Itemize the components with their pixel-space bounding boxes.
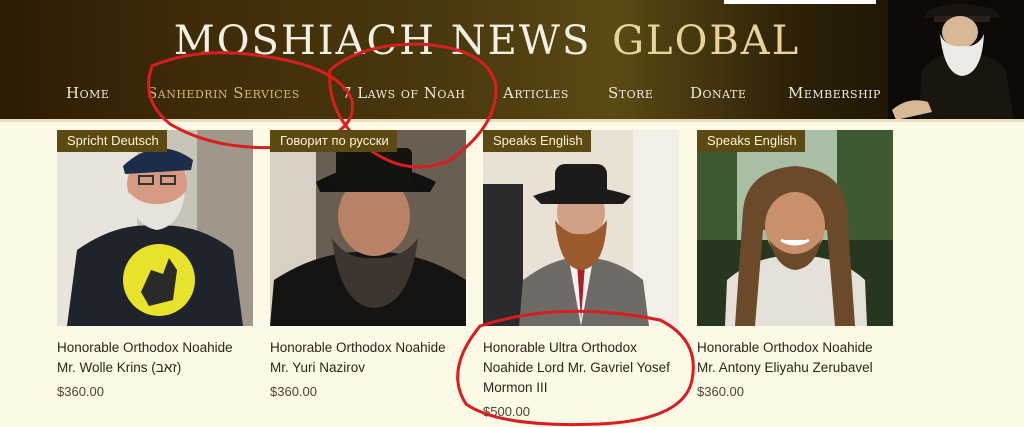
rabbi-portrait-image xyxy=(888,0,1024,122)
product-photo[interactable]: Speaks English xyxy=(697,130,893,326)
product-price: $500.00 xyxy=(483,404,530,419)
product-price: $360.00 xyxy=(270,384,317,399)
product-name[interactable]: Honorable Orthodox Noahide Mr. Wolle Kri… xyxy=(57,338,272,378)
product-price: $360.00 xyxy=(697,384,744,399)
product-name[interactable]: Honorable Orthodox Noahide Mr. Antony El… xyxy=(697,338,912,378)
product-image xyxy=(697,130,893,326)
product-name-line: Honorable Ultra Orthodox xyxy=(483,340,637,355)
product-name-line: Noahide Lord Mr. Gavriel Yosef xyxy=(483,360,670,375)
product-name-line: Mr. Yuri Nazirov xyxy=(270,360,366,375)
nav-item-store[interactable]: Store xyxy=(608,84,653,102)
site-title[interactable]: MOSHIACH NEWS GLOBAL xyxy=(0,18,1024,64)
product-price: $360.00 xyxy=(57,384,104,399)
nav-item-donate[interactable]: Donate xyxy=(690,84,746,102)
product-badge: Spricht Deutsch xyxy=(57,130,167,152)
product-badge: Speaks English xyxy=(483,130,591,152)
nav-item-home[interactable]: Home xyxy=(66,84,109,102)
nav-item-membership[interactable]: Membership xyxy=(788,84,881,102)
product-name-line: Honorable Orthodox Noahide xyxy=(697,340,873,355)
product-card[interactable]: Говорит по русски Honorable Orthodox Noa… xyxy=(270,130,466,399)
product-card[interactable]: Speaks English Honorable Orthodox Noahid… xyxy=(697,130,893,399)
product-card[interactable]: Spricht Deutsch Honorable Orthodox Noahi… xyxy=(57,130,253,399)
site-title-accent: GLOBAL xyxy=(612,18,801,64)
nav-item-articles[interactable]: Articles xyxy=(503,84,569,102)
product-name[interactable]: Honorable Ultra Orthodox Noahide Lord Mr… xyxy=(483,338,698,398)
product-badge: Говорит по русски xyxy=(270,130,397,152)
product-photo[interactable]: Говорит по русски xyxy=(270,130,466,326)
product-photo[interactable]: Spricht Deutsch xyxy=(57,130,253,326)
product-card[interactable]: Speaks English Honorable Ultra Orthodox … xyxy=(483,130,679,419)
nav-item-sanhedrin-services[interactable]: Sanhedrin Services xyxy=(147,84,300,102)
product-name[interactable]: Honorable Orthodox Noahide Mr. Yuri Nazi… xyxy=(270,338,485,378)
site-title-main: MOSHIACH NEWS xyxy=(173,18,592,64)
nav-item-7-laws-of-noah[interactable]: 7 Laws of Noah xyxy=(342,84,465,102)
product-name-line: Honorable Orthodox Noahide xyxy=(57,340,233,355)
product-name-line: Mormon III xyxy=(483,380,548,395)
top-white-bar xyxy=(724,0,876,4)
site-header: MOSHIACH NEWS GLOBAL Home Sanhedrin Serv… xyxy=(0,0,1024,122)
product-name-line: Mr. Antony Eliyahu Zerubavel xyxy=(697,360,873,375)
product-image xyxy=(270,130,466,326)
product-name-line: Mr. Wolle Krins (זאב) xyxy=(57,360,182,375)
product-name-line: Honorable Orthodox Noahide xyxy=(270,340,446,355)
product-image xyxy=(57,130,253,326)
product-badge: Speaks English xyxy=(697,130,805,152)
product-image xyxy=(483,130,679,326)
product-photo[interactable]: Speaks English xyxy=(483,130,679,326)
